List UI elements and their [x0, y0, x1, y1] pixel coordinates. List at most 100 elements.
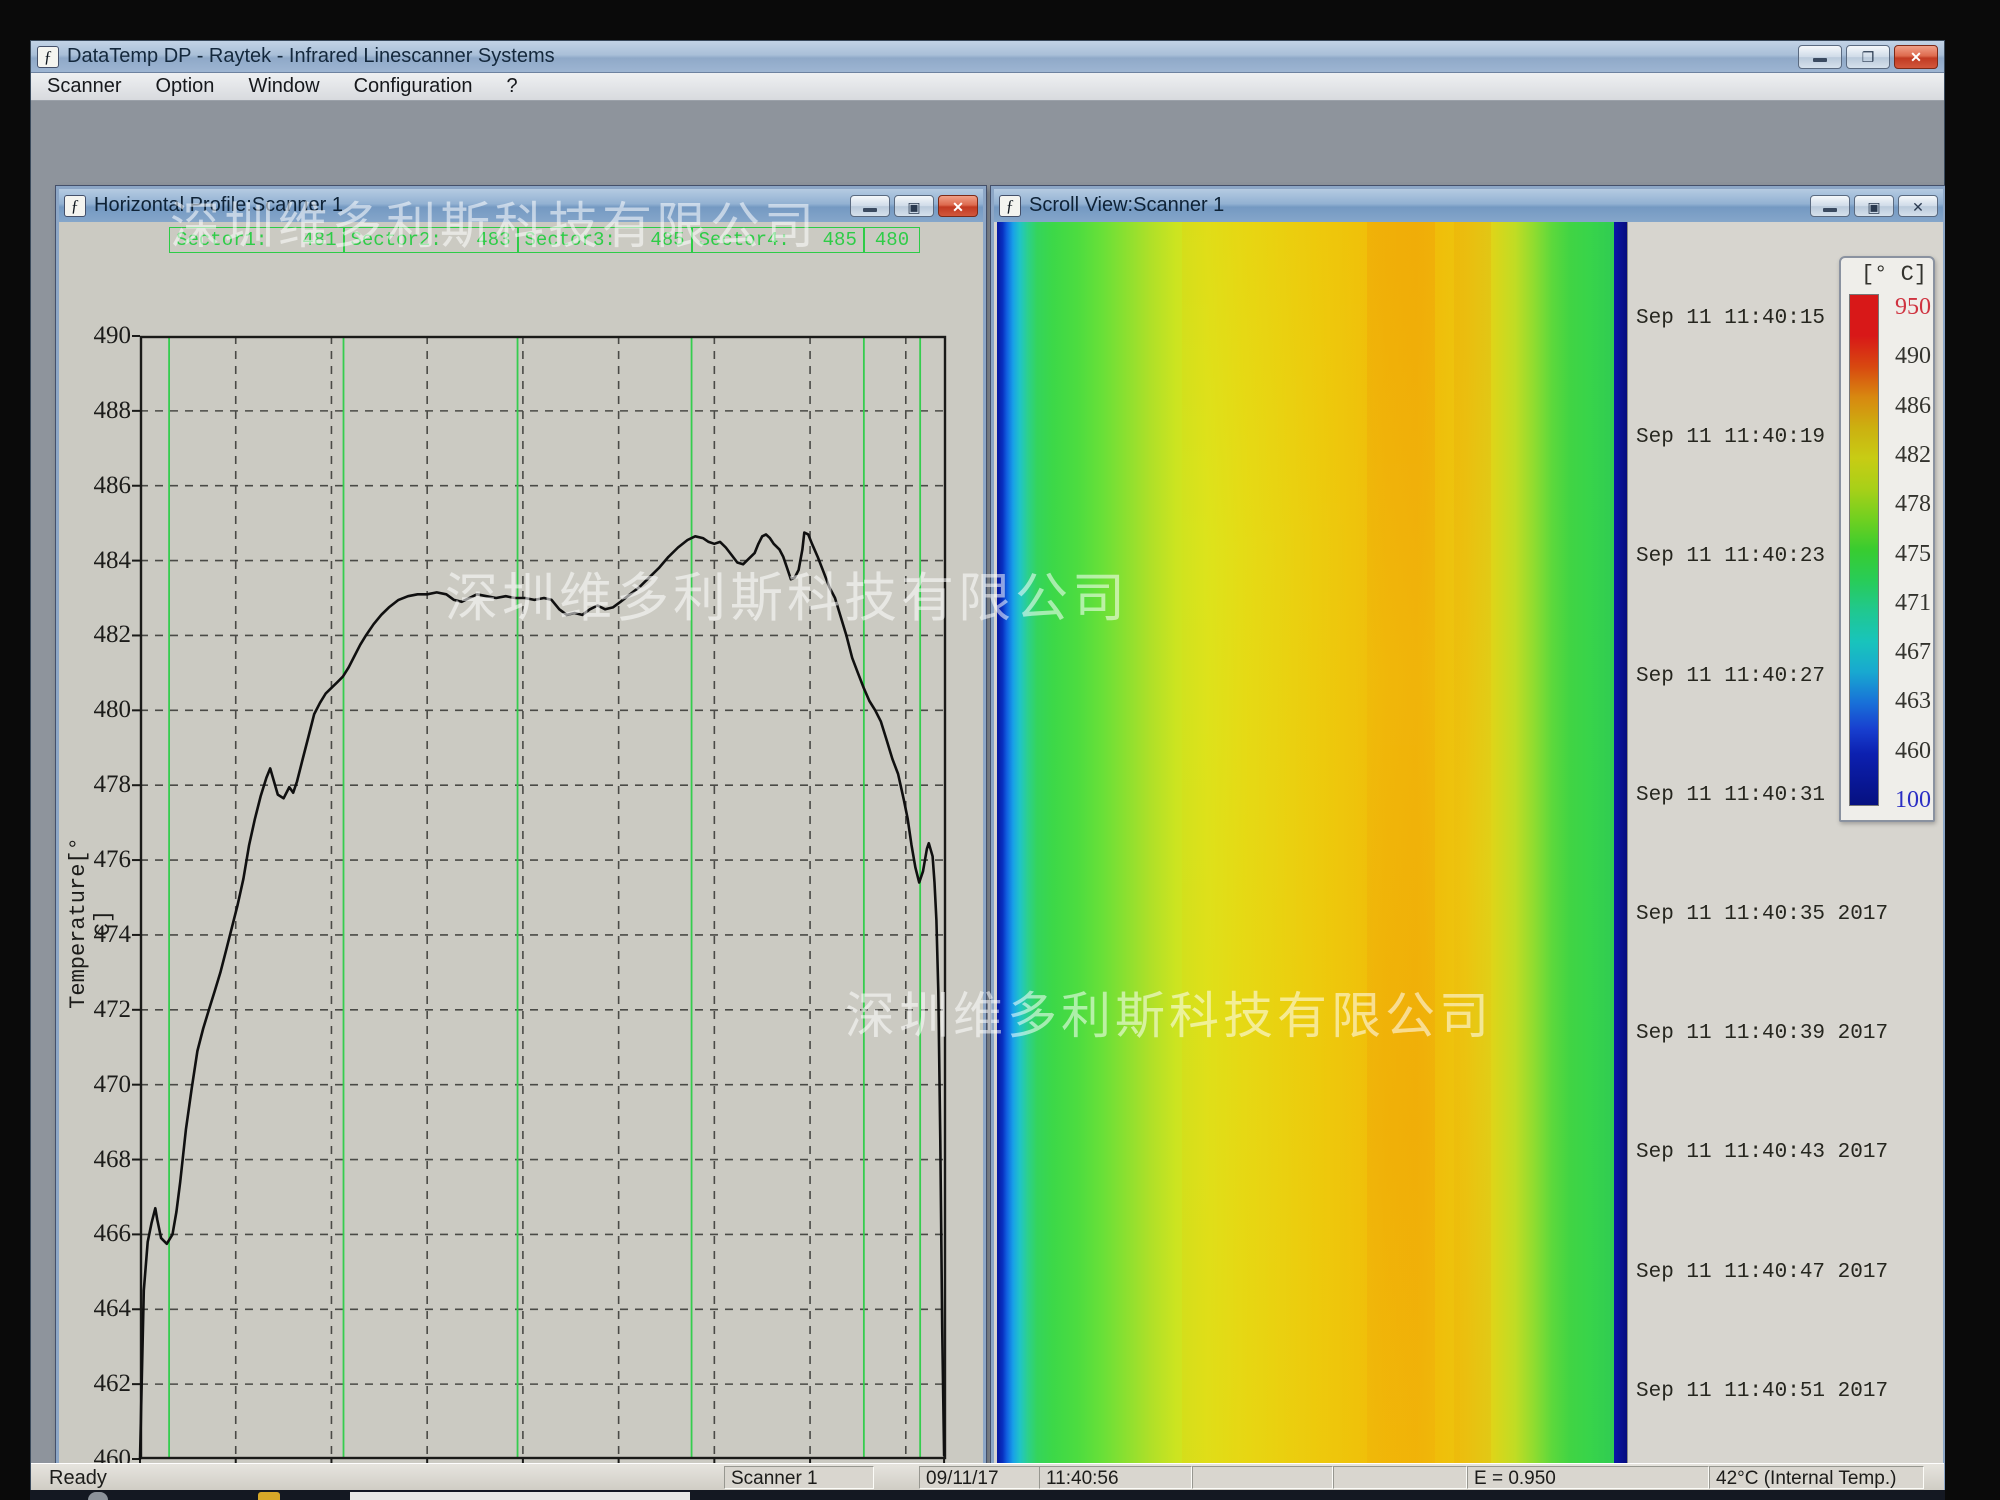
scan-timestamp: Sep 11 11:40:39 2017: [1636, 1022, 1888, 1045]
restore-icon: ❐: [1862, 49, 1875, 65]
scroll-client-area: Sep 11 11:40:15 201Sep 11 11:40:19 201Se…: [994, 222, 1943, 1500]
sector-readout-2: Sector2: 483: [344, 227, 518, 253]
status-field-empty: [1333, 1466, 1467, 1489]
sector-readout-5: 480: [864, 227, 920, 253]
legend-tick-label: 478: [1883, 491, 1931, 518]
thermal-warm-band: [1182, 222, 1460, 1500]
status-field-empty: [1192, 1466, 1333, 1489]
minimize-icon: [1823, 208, 1837, 212]
status-field-11-40-56: 11:40:56: [1039, 1466, 1192, 1489]
scan-timestamp: Sep 11 11:40:43 2017: [1636, 1141, 1888, 1164]
sector-readout-1: Sector1: 481: [169, 227, 343, 253]
y-tick-label: 474: [59, 921, 131, 949]
sector-value: 483: [476, 229, 510, 251]
scroll-close-button[interactable]: ✕: [1898, 195, 1938, 217]
sector-label: Sector3:: [525, 229, 616, 251]
menubar: Scanner Option Window Configuration?: [31, 73, 1944, 101]
taskbar[interactable]: [30, 1490, 1945, 1500]
sector-value: 481: [302, 229, 336, 251]
legend-color-bar: [1849, 294, 1879, 806]
menu-item-window[interactable]: Window: [248, 75, 319, 98]
legend-tick-label: 471: [1883, 590, 1931, 617]
y-tick-label: 490: [59, 322, 131, 350]
y-tick-label: 464: [59, 1295, 131, 1323]
screen: ƒ DataTemp DP - Raytek - Infrared Linesc…: [30, 40, 1945, 1500]
restore-icon: ▣: [907, 199, 920, 215]
sector-readout-3: Sector3: 485: [518, 227, 692, 253]
legend-tick-label: 460: [1883, 738, 1931, 765]
menu-item-configuration[interactable]: Configuration: [354, 75, 473, 98]
thermal-scroll-image: [997, 222, 1614, 1500]
status-field-scanner-1: Scanner 1: [724, 1466, 874, 1489]
y-tick-label: 462: [59, 1370, 131, 1398]
profile-restore-button[interactable]: ▣: [894, 195, 934, 217]
scan-timestamp: Sep 11 11:40:35 2017: [1636, 903, 1888, 926]
scroll-titlebar[interactable]: ƒ Scroll View:Scanner 1 ▣ ✕: [994, 189, 1943, 222]
status-field-42-c-internal-temp: 42°C (Internal Temp.): [1709, 1466, 1924, 1489]
profile-titlebar[interactable]: ƒ Horizontal Profile:Scanner 1 ▣ ✕: [59, 189, 983, 222]
profile-window-title: Horizontal Profile:Scanner 1: [94, 194, 343, 217]
app-title: DataTemp DP - Raytek - Infrared Linescan…: [67, 45, 555, 68]
app-window: ƒ DataTemp DP - Raytek - Infrared Linesc…: [30, 40, 1945, 1490]
close-button[interactable]: ✕: [1894, 45, 1938, 69]
restore-button[interactable]: ❐: [1846, 45, 1890, 69]
y-tick-label: 480: [59, 696, 131, 724]
temperature-profile-curve: [140, 533, 944, 1460]
y-tick-label: 484: [59, 547, 131, 575]
profile-plot: [140, 336, 946, 1459]
legend-tick-label: 482: [1883, 442, 1931, 469]
folder-icon[interactable]: [258, 1492, 280, 1500]
monitor-bezel: ƒ DataTemp DP - Raytek - Infrared Linesc…: [0, 0, 2000, 1500]
scan-timestamp: Sep 11 11:40:47 2017: [1636, 1261, 1888, 1284]
sector-value: 485: [650, 229, 684, 251]
profile-window-icon: ƒ: [64, 195, 86, 217]
plot-frame: [141, 337, 945, 1458]
app-icon: ƒ: [37, 46, 59, 68]
legend-tick-label: 950: [1883, 294, 1931, 321]
scan-timestamp: Sep 11 11:40:51 2017: [1636, 1380, 1888, 1403]
y-tick-label: 470: [59, 1071, 131, 1099]
menu-item-[interactable]: ?: [507, 75, 518, 98]
start-orb-icon[interactable]: [88, 1492, 108, 1500]
scroll-minimize-button[interactable]: [1810, 195, 1850, 217]
sector-value: 480: [875, 229, 909, 251]
temperature-legend: [° C] 950 490 486 482 478 475 471 467 463 460 100: [1839, 256, 1935, 822]
sector-label: Sector1:: [176, 229, 267, 251]
profile-minimize-button[interactable]: [850, 195, 890, 217]
close-icon: ✕: [952, 199, 964, 215]
legend-tick-label: 100: [1883, 787, 1931, 814]
scroll-restore-button[interactable]: ▣: [1854, 195, 1894, 217]
restore-icon: ▣: [1867, 199, 1880, 215]
sector-readout-4: Sector4:485: [692, 227, 864, 253]
app-client-area: ƒ Horizontal Profile:Scanner 1 ▣ ✕ Secto…: [31, 101, 1944, 1463]
y-tick-label: 468: [59, 1146, 131, 1174]
y-tick-label: 466: [59, 1220, 131, 1248]
sector-value: 485: [823, 229, 857, 251]
legend-tick-label: 486: [1883, 393, 1931, 420]
legend-unit-header: [° C]: [1861, 262, 1927, 287]
legend-tick-label: 463: [1883, 688, 1931, 715]
y-tick-label: 476: [59, 846, 131, 874]
app-titlebar[interactable]: ƒ DataTemp DP - Raytek - Infrared Linesc…: [31, 41, 1944, 73]
legend-tick-label: 467: [1883, 639, 1931, 666]
scroll-window-icon: ƒ: [999, 195, 1021, 217]
thermal-cold-edge-stripe: [1614, 222, 1627, 1500]
status-ready: Ready: [49, 1467, 107, 1490]
status-field-e-0-950: E = 0.950: [1467, 1466, 1709, 1489]
minimize-icon: [863, 208, 877, 212]
legend-tick-label: 475: [1883, 541, 1931, 568]
menu-item-scanner[interactable]: Scanner: [47, 75, 122, 98]
taskbar-window-button[interactable]: [350, 1492, 690, 1500]
y-tick-label: 486: [59, 472, 131, 500]
legend-tick-label: 490: [1883, 343, 1931, 370]
statusbar: Ready Scanner 109/11/1711:40:56E = 0.950…: [31, 1463, 1944, 1491]
menu-item-option[interactable]: Option: [156, 75, 215, 98]
minimize-icon: [1813, 58, 1827, 62]
profile-close-button[interactable]: ✕: [938, 195, 978, 217]
profile-chart-area: Sector1:481Sector2:483Sector3:485Sector4…: [59, 222, 983, 1500]
close-icon: ✕: [1910, 49, 1922, 65]
close-icon: ✕: [1912, 199, 1924, 215]
scroll-view-window: ƒ Scroll View:Scanner 1 ▣ ✕ Sep: [991, 186, 1945, 1500]
sector-label: Sector2:: [351, 229, 442, 251]
minimize-button[interactable]: [1798, 45, 1842, 69]
